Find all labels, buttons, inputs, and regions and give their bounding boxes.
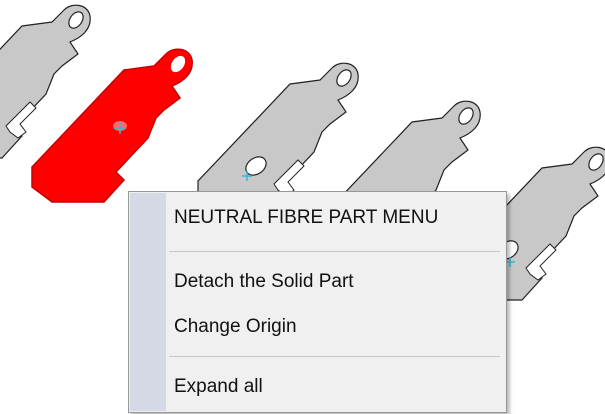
menu-icon-gutter xyxy=(130,193,166,411)
menu-separator xyxy=(169,251,500,252)
menu-separator xyxy=(169,356,500,357)
menu-item-expand-all[interactable]: Expand all xyxy=(174,372,500,402)
context-menu: NEUTRAL FIBRE PART MENU Detach the Solid… xyxy=(128,191,507,413)
menu-item-change-origin[interactable]: Change Origin xyxy=(174,312,500,342)
menu-header: NEUTRAL FIBRE PART MENU xyxy=(174,207,439,228)
menu-item-detach-solid-part[interactable]: Detach the Solid Part xyxy=(174,267,500,297)
